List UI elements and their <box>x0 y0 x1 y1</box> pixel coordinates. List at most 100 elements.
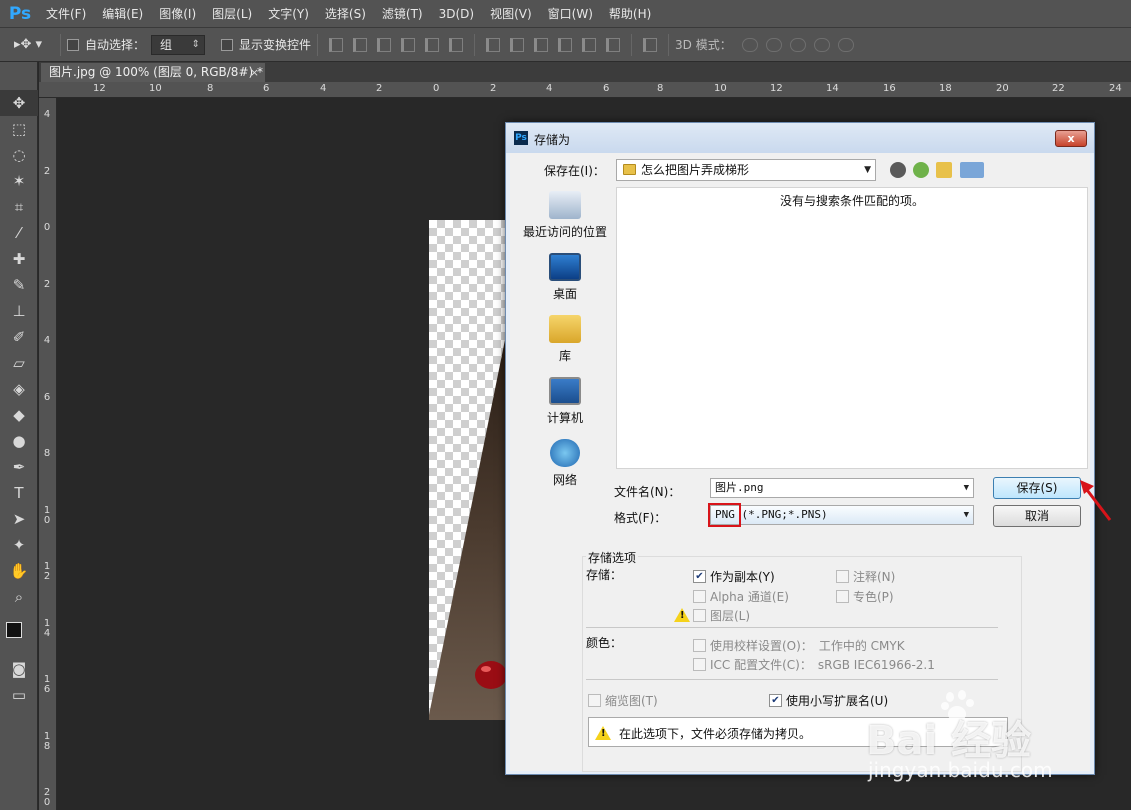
align-top-icon[interactable] <box>329 37 344 52</box>
place-recent[interactable]: 最近访问的位置 <box>516 191 614 240</box>
photoshop-app-icon: Ps <box>514 131 528 145</box>
icc-checkbox[interactable] <box>693 658 706 671</box>
distribute-left-icon[interactable] <box>558 37 573 52</box>
up-folder-icon[interactable] <box>913 162 929 178</box>
paint-bucket-tool-icon[interactable]: ◈ <box>0 376 38 402</box>
menu-window[interactable]: 窗口(W) <box>540 0 601 28</box>
3d-scale-icon[interactable] <box>837 37 854 52</box>
auto-select-dropdown[interactable]: 组 <box>151 34 206 55</box>
cancel-button[interactable]: 取消 <box>993 505 1081 527</box>
as-copy-checkbox[interactable]: ✔ <box>693 570 706 583</box>
save-in-dropdown[interactable]: 怎么把图片弄成梯形 ▼ <box>616 159 876 181</box>
close-dialog-button[interactable]: x <box>1055 130 1087 147</box>
dialog-title-bar[interactable]: Ps 存储为 x <box>506 123 1094 153</box>
as-copy-option[interactable]: ✔ 作为副本(Y) <box>693 568 775 585</box>
history-brush-tool-icon[interactable]: ✐ <box>0 324 38 350</box>
menu-file[interactable]: 文件(F) <box>38 0 94 28</box>
place-desktop[interactable]: 桌面 <box>516 253 614 302</box>
lowercase-ext-checkbox[interactable]: ✔ <box>769 694 782 707</box>
alpha-option[interactable]: Alpha 通道(E) <box>693 588 789 605</box>
menu-select[interactable]: 选择(S) <box>317 0 374 28</box>
menu-layer[interactable]: 图层(L) <box>204 0 260 28</box>
distribute-top-icon[interactable] <box>486 37 501 52</box>
marquee-tool-icon[interactable]: ⬚ <box>0 116 38 142</box>
align-hcenter-icon[interactable] <box>425 37 440 52</box>
spot-option[interactable]: 专色(P) <box>836 588 894 605</box>
new-folder-icon[interactable] <box>936 162 952 178</box>
align-vcenter-icon[interactable] <box>353 37 368 52</box>
move-tool-preset-icon[interactable]: ▸✥ ▾ <box>14 37 54 52</box>
path-select-tool-icon[interactable]: ➤ <box>0 506 38 532</box>
menu-help[interactable]: 帮助(H) <box>601 0 659 28</box>
distribute-bottom-icon[interactable] <box>534 37 549 52</box>
blur-tool-icon[interactable]: ◆ <box>0 402 38 428</box>
document-tab[interactable]: 图片.jpg @ 100% (图层 0, RGB/8#) * × <box>41 63 265 82</box>
menu-3d[interactable]: 3D(D) <box>431 0 482 28</box>
eraser-tool-icon[interactable]: ▱ <box>0 350 38 376</box>
lasso-tool-icon[interactable]: ◌ <box>0 142 38 168</box>
hand-tool-icon[interactable]: ✋ <box>0 558 38 584</box>
distribute-right-icon[interactable] <box>606 37 621 52</box>
quick-mask-icon[interactable]: ◙ <box>0 656 38 682</box>
close-tab-icon[interactable]: × <box>250 63 259 82</box>
distribute-vcenter-icon[interactable] <box>510 37 525 52</box>
thumbnail-option[interactable]: 缩览图(T) <box>588 692 658 709</box>
move-tool-icon[interactable]: ✥ <box>0 90 38 116</box>
ruler-vertical[interactable]: 4 2 0 2 4 6 8 1 0 1 2 1 4 1 6 1 8 2 0 <box>39 98 57 810</box>
3d-rotate-icon[interactable] <box>741 37 758 52</box>
alpha-checkbox[interactable] <box>693 590 706 603</box>
distribute-hcenter-icon[interactable] <box>582 37 597 52</box>
canvas-image[interactable] <box>429 220 507 720</box>
view-menu-icon[interactable] <box>960 162 984 178</box>
menu-image[interactable]: 图像(I) <box>151 0 204 28</box>
format-dropdown[interactable]: PNG (*.PNG;*.PNS) ▼ <box>710 505 974 525</box>
zoom-tool-icon[interactable]: ⌕ <box>0 584 38 610</box>
color-swatches[interactable] <box>0 610 37 656</box>
3d-drag-icon[interactable] <box>789 37 806 52</box>
spot-checkbox[interactable] <box>836 590 849 603</box>
foreground-color-swatch[interactable] <box>6 622 22 638</box>
menu-type[interactable]: 文字(Y) <box>260 0 317 28</box>
save-button[interactable]: 保存(S) <box>993 477 1081 499</box>
menu-view[interactable]: 视图(V) <box>482 0 540 28</box>
show-transform-checkbox[interactable] <box>221 38 234 51</box>
pen-tool-icon[interactable]: ✒ <box>0 454 38 480</box>
align-bottom-icon[interactable] <box>377 37 392 52</box>
back-icon[interactable] <box>890 162 906 178</box>
3d-slide-icon[interactable] <box>813 37 830 52</box>
proof-option[interactable]: 使用校样设置(O)： 工作中的 CMYK <box>693 637 905 654</box>
place-computer-label: 计算机 <box>546 411 583 425</box>
menu-edit[interactable]: 编辑(E) <box>94 0 151 28</box>
magic-wand-tool-icon[interactable]: ✶ <box>0 168 38 194</box>
file-list[interactable]: 没有与搜索条件匹配的项。 <box>616 187 1088 469</box>
filename-input[interactable]: 图片.png ▼ <box>710 478 974 498</box>
3d-roll-icon[interactable] <box>765 37 782 52</box>
stamp-tool-icon[interactable]: ⊥ <box>0 298 38 324</box>
brush-tool-icon[interactable]: ✎ <box>0 272 38 298</box>
menu-filter[interactable]: 滤镜(T) <box>374 0 431 28</box>
notes-option[interactable]: 注释(N) <box>836 568 895 585</box>
align-right-icon[interactable] <box>449 37 464 52</box>
highlight-annotation-box <box>708 503 741 527</box>
align-left-icon[interactable] <box>401 37 416 52</box>
layers-checkbox[interactable] <box>693 609 706 622</box>
icc-option[interactable]: ICC 配置文件(C)： sRGB IEC61966-2.1 <box>693 656 935 673</box>
layers-option[interactable]: 图层(L) <box>693 607 750 624</box>
eyedropper-tool-icon[interactable]: ⁄ <box>0 220 38 246</box>
proof-checkbox[interactable] <box>693 639 706 652</box>
healing-brush-tool-icon[interactable]: ✚ <box>0 246 38 272</box>
place-computer[interactable]: 计算机 <box>516 377 614 426</box>
crop-tool-icon[interactable]: ⌗ <box>0 194 38 220</box>
dodge-tool-icon[interactable]: ● <box>0 428 38 454</box>
notes-checkbox[interactable] <box>836 570 849 583</box>
auto-align-icon[interactable] <box>643 37 658 52</box>
ruler-horizontal[interactable]: 12 10 8 6 4 2 0 2 4 6 8 10 12 14 16 18 2… <box>39 82 1131 98</box>
place-library[interactable]: 库 <box>516 315 614 364</box>
lowercase-ext-option[interactable]: ✔ 使用小写扩展名(U) <box>769 692 888 709</box>
thumbnail-checkbox[interactable] <box>588 694 601 707</box>
screen-mode-icon[interactable]: ▭ <box>0 682 38 708</box>
auto-select-checkbox[interactable] <box>67 38 79 51</box>
type-tool-icon[interactable]: T <box>0 480 38 506</box>
shape-tool-icon[interactable]: ✦ <box>0 532 38 558</box>
place-network[interactable]: 网络 <box>516 439 614 488</box>
